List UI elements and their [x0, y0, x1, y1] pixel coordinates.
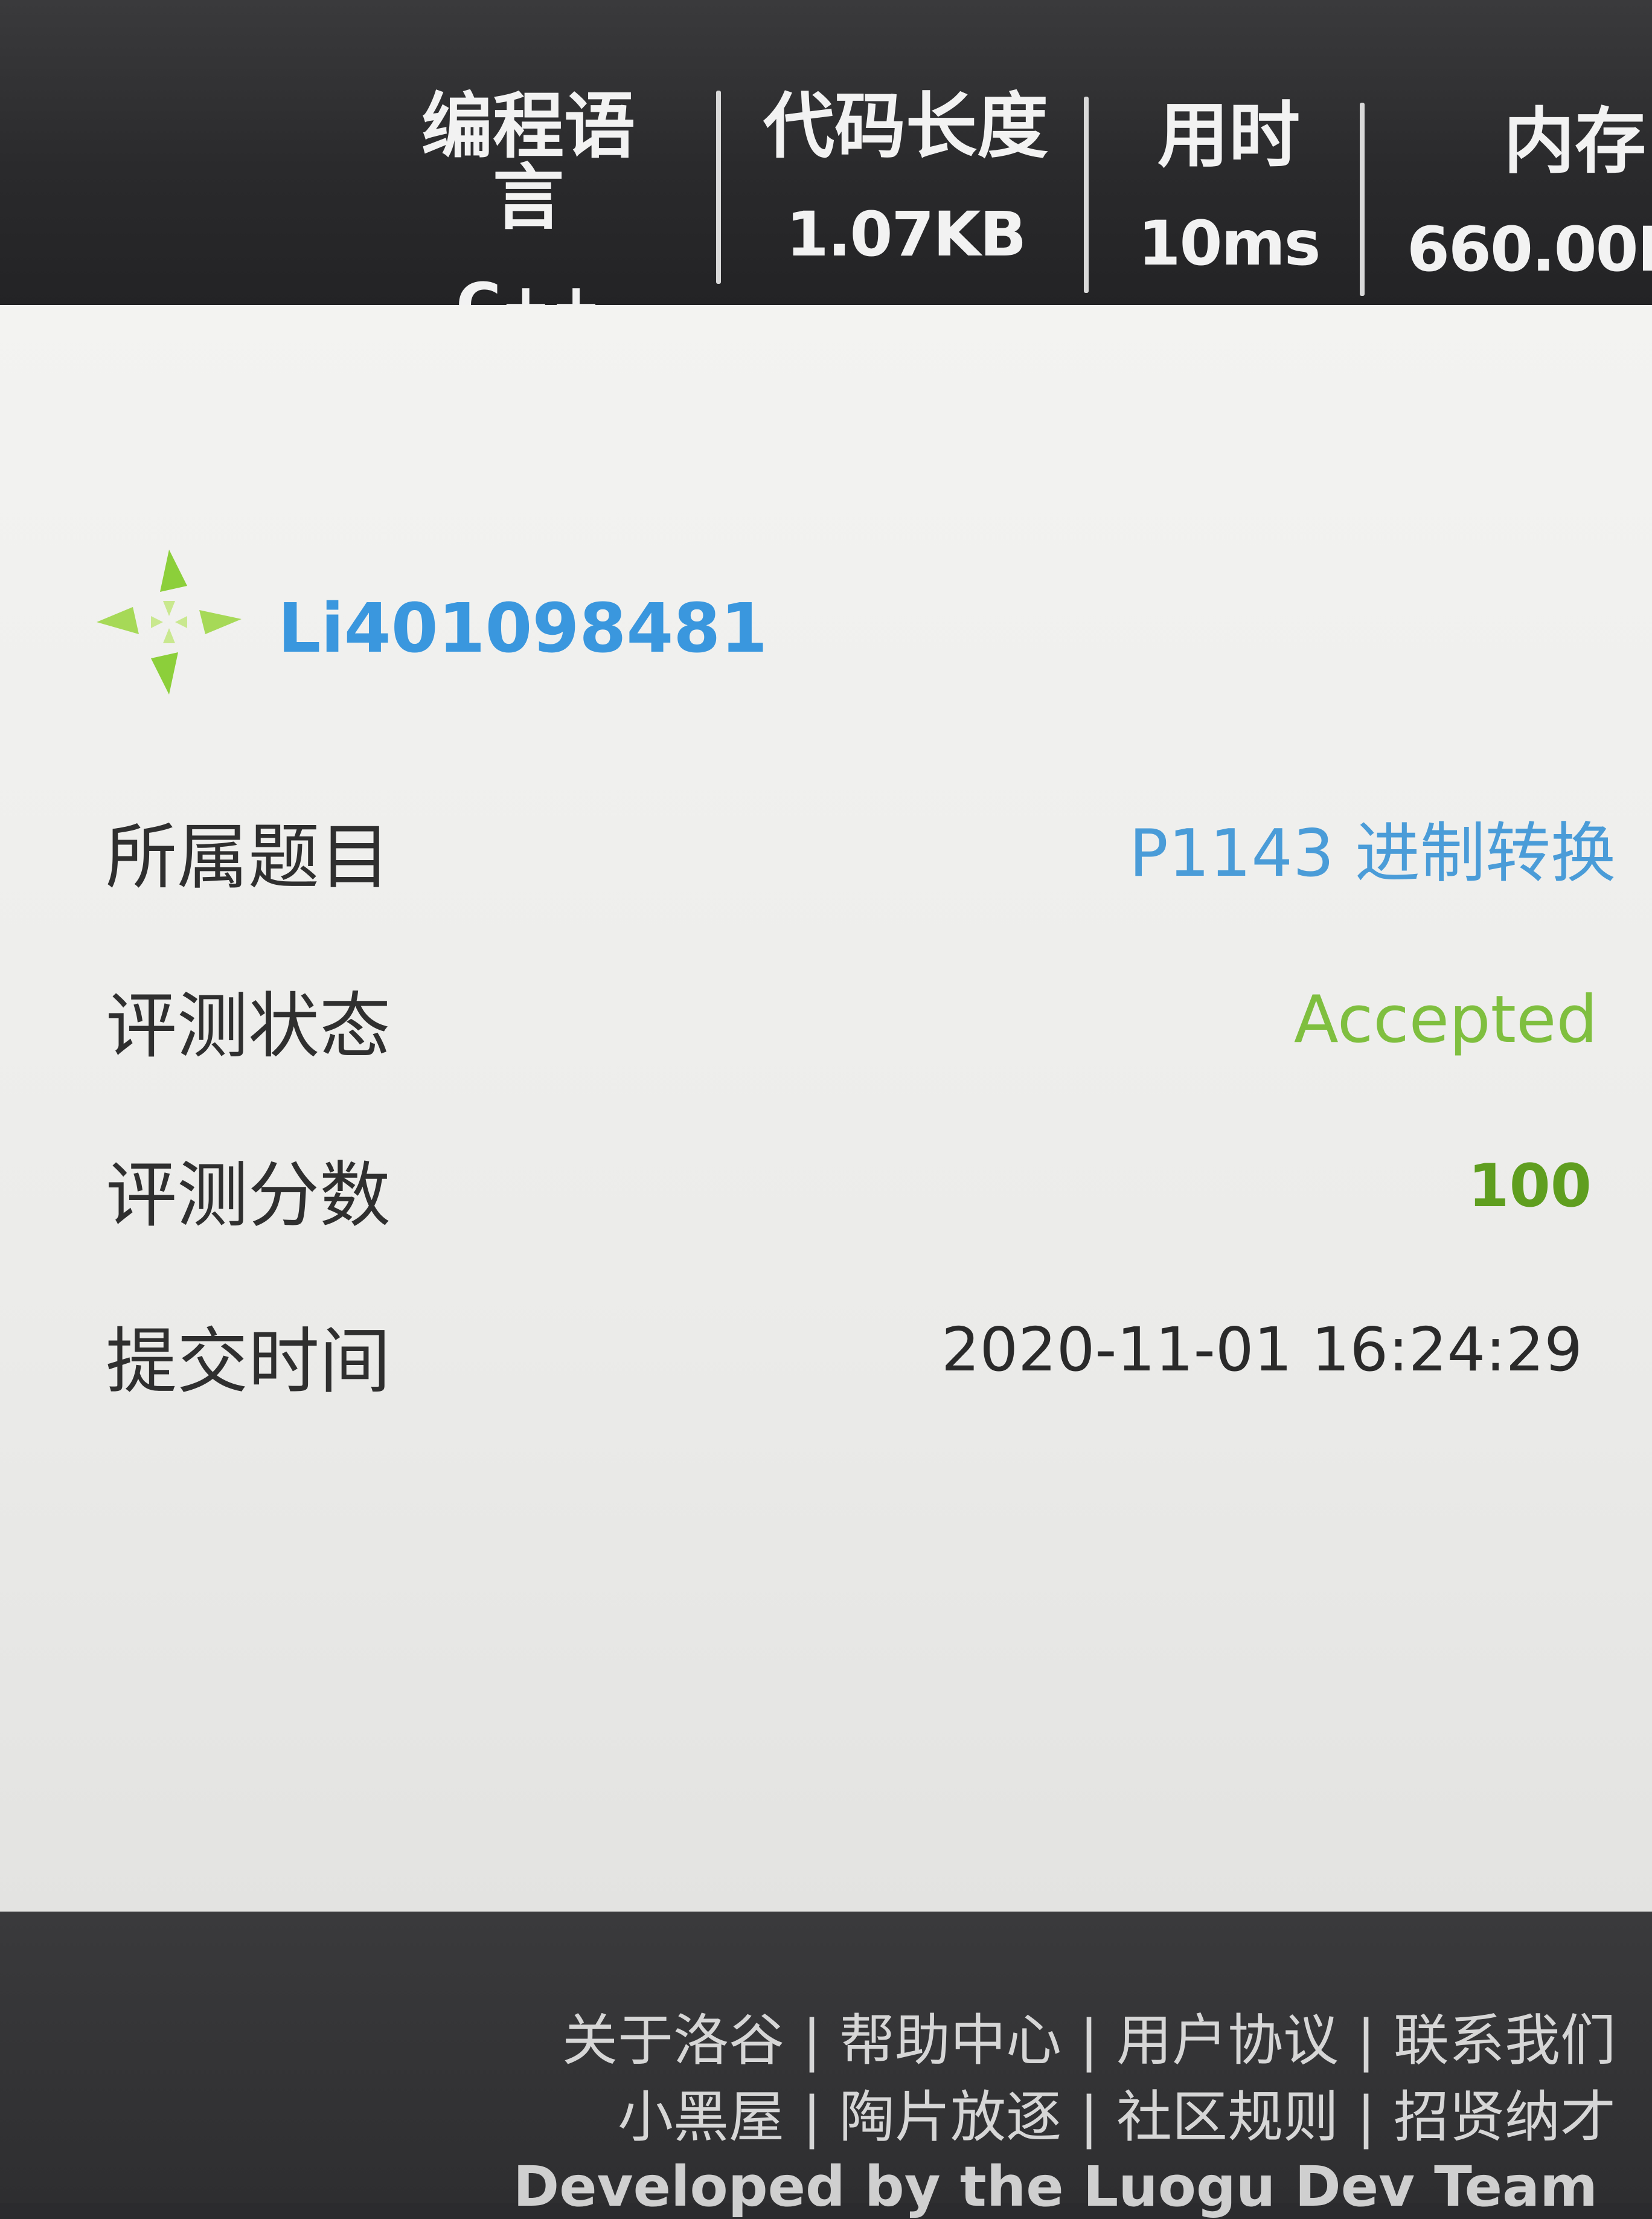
footer-link-help[interactable]: 帮助中心	[839, 2008, 1061, 2073]
stat-language: 编程语言 C++	[386, 91, 670, 337]
stat-divider	[1084, 97, 1089, 293]
status-value: Accepted	[1293, 982, 1598, 1058]
stat-code-length-label: 代码长度	[763, 85, 1048, 168]
stat-language-label: 编程语言	[421, 85, 635, 239]
stat-memory-value: 660.00K	[1407, 214, 1652, 286]
developer-credit: Developed by the Luogu Dev Team	[513, 2154, 1598, 2219]
footer-link-about[interactable]: 关于洛谷	[562, 2008, 784, 2073]
footer-separator: |	[1356, 2008, 1375, 2073]
score-value: 100	[1468, 1152, 1592, 1221]
footer-separator: |	[1079, 2008, 1098, 2073]
footer-links-row: 关于洛谷 | 帮助中心 | 用户协议 | 联系我们	[562, 2013, 1616, 2069]
footer-link-agreement[interactable]: 用户协议	[1116, 2008, 1339, 2073]
footer-separator: |	[802, 2085, 821, 2150]
footer-link-rules[interactable]: 社区规则	[1116, 2085, 1339, 2150]
problem-link[interactable]: P1143 进制转换	[1129, 821, 1616, 887]
problem-label: 所属题目	[106, 815, 391, 899]
score-label: 评测分数	[106, 1154, 391, 1237]
stat-memory: 内存 660.00K	[1407, 106, 1652, 281]
stat-memory-label: 内存	[1503, 100, 1647, 183]
stat-time-label: 用时	[1157, 94, 1300, 177]
pinwheel-avatar-icon[interactable]	[97, 550, 242, 695]
submission-card: Li401098481 所属题目 P1143 进制转换 评测状态 Accepte…	[0, 305, 1652, 1912]
username-link[interactable]: Li401098481	[278, 595, 767, 663]
footer-link-careers[interactable]: 招贤纳才	[1394, 2085, 1616, 2150]
stat-divider	[716, 91, 721, 284]
site-footer: 关于洛谷 | 帮助中心 | 用户协议 | 联系我们 小黑屋 | 陶片放逐 | 社区规则 | 招贤纳才 D…	[0, 1912, 1652, 2215]
stats-bar: 编程语言 C++ 代码长度 1.07KB 用时 10ms 内存 660.00K	[0, 0, 1652, 337]
status-label: 评测状态	[106, 984, 391, 1068]
footer-link-contact[interactable]: 联系我们	[1394, 2008, 1616, 2073]
footer-link-blackroom[interactable]: 小黑屋	[618, 2085, 784, 2150]
footer-link-ostracism[interactable]: 陶片放逐	[839, 2085, 1061, 2150]
stat-divider	[1360, 103, 1365, 296]
submit-time-label: 提交时间	[106, 1320, 391, 1403]
stat-time: 用时 10ms	[1123, 100, 1334, 275]
footer-links-row: 小黑屋 | 陶片放逐 | 社区规则 | 招贤纳才	[618, 2090, 1616, 2145]
footer-separator: |	[802, 2008, 821, 2073]
footer-separator: |	[1079, 2085, 1098, 2150]
stat-code-length-value: 1.07KB	[786, 199, 1026, 271]
stat-time-value: 10ms	[1138, 208, 1321, 280]
footer-separator: |	[1356, 2085, 1375, 2150]
submit-time-value: 2020-11-01 16:24:29	[941, 1314, 1583, 1385]
stat-code-length: 代码长度 1.07KB	[755, 91, 1057, 266]
